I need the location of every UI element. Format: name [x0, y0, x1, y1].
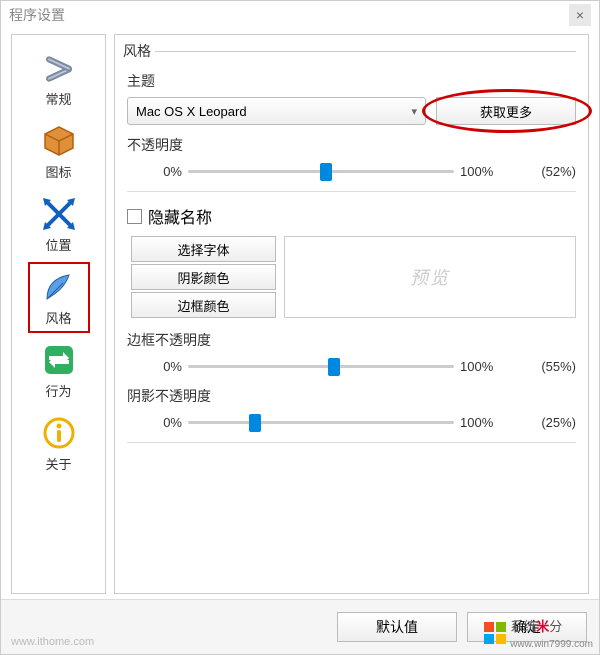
- border-opacity-max-label: 100%: [460, 359, 515, 374]
- titlebar: 程序设置 ×: [1, 1, 599, 29]
- border-opacity-value: (55%): [521, 359, 576, 374]
- hide-name-label: 隐藏名称: [148, 204, 212, 228]
- preview-text: 预览: [410, 264, 450, 290]
- divider: [127, 442, 576, 443]
- choose-font-button[interactable]: 选择字体: [131, 236, 276, 262]
- swap-icon: [40, 341, 78, 379]
- style-group: 风格 主题 Mac OS X Leopard ▾ 获取更多 不透明度: [127, 41, 576, 453]
- opacity-label: 不透明度: [127, 135, 576, 155]
- sidebar-item-behavior[interactable]: 行为: [28, 335, 90, 406]
- sidebar-item-icons[interactable]: 图标: [28, 116, 90, 187]
- opacity-min-label: 0%: [127, 164, 182, 179]
- sidebar-item-label: 风格: [45, 308, 71, 327]
- sidebar-item-general[interactable]: 常规: [28, 43, 90, 114]
- close-button[interactable]: ×: [569, 4, 591, 26]
- border-color-button[interactable]: 边框颜色: [131, 292, 276, 318]
- theme-value: Mac OS X Leopard: [136, 104, 247, 119]
- arrows-cross-icon: [40, 195, 78, 233]
- border-opacity-slider[interactable]: [188, 356, 454, 376]
- shadow-opacity-value: (25%): [521, 415, 576, 430]
- opacity-max-label: 100%: [460, 164, 515, 179]
- hide-name-row: 隐藏名称: [127, 204, 576, 228]
- group-title: 风格: [123, 41, 155, 61]
- content-panel: 风格 主题 Mac OS X Leopard ▾ 获取更多 不透明度: [114, 34, 589, 594]
- sidebar-item-style[interactable]: 风格: [28, 262, 90, 333]
- body-area: 常规 图标 位置 风格: [1, 29, 599, 599]
- border-opacity-slider-row: 0% 100% (55%): [127, 356, 576, 376]
- hide-name-checkbox[interactable]: [127, 209, 142, 224]
- slider-thumb[interactable]: [249, 414, 261, 432]
- sidebar-item-label: 位置: [45, 235, 71, 254]
- shadow-opacity-max-label: 100%: [460, 415, 515, 430]
- settings-window: 程序设置 × 常规 图标 位置: [0, 0, 600, 655]
- ok-button[interactable]: 确定: [467, 612, 587, 642]
- default-button[interactable]: 默认值: [337, 612, 457, 642]
- sidebar-item-position[interactable]: 位置: [28, 189, 90, 260]
- shadow-opacity-slider-row: 0% 100% (25%): [127, 412, 576, 432]
- close-icon: ×: [576, 7, 584, 23]
- font-area: 选择字体 阴影颜色 边框颜色 预览: [127, 236, 576, 318]
- slider-thumb[interactable]: [320, 163, 332, 181]
- get-more-button[interactable]: 获取更多: [436, 97, 576, 125]
- box-icon: [40, 122, 78, 160]
- window-title: 程序设置: [9, 5, 569, 25]
- border-opacity-label: 边框不透明度: [127, 330, 576, 350]
- bottom-bar: 默认值 确定: [1, 599, 599, 654]
- tools-icon: [40, 49, 78, 87]
- info-icon: [40, 414, 78, 452]
- theme-select[interactable]: Mac OS X Leopard ▾: [127, 97, 426, 125]
- slider-thumb[interactable]: [328, 358, 340, 376]
- theme-label: 主题: [127, 71, 576, 91]
- shadow-color-button[interactable]: 阴影颜色: [131, 264, 276, 290]
- sidebar-item-about[interactable]: 关于: [28, 408, 90, 479]
- opacity-slider[interactable]: [188, 161, 454, 181]
- shadow-opacity-slider[interactable]: [188, 412, 454, 432]
- border-opacity-min-label: 0%: [127, 359, 182, 374]
- sidebar-item-label: 关于: [45, 454, 71, 473]
- opacity-slider-row: 0% 100% (52%): [127, 161, 576, 181]
- opacity-value: (52%): [521, 164, 576, 179]
- sidebar-item-label: 常规: [45, 89, 71, 108]
- sidebar-item-label: 行为: [45, 381, 71, 400]
- sidebar: 常规 图标 位置 风格: [11, 34, 106, 594]
- get-more-label: 获取更多: [480, 102, 532, 121]
- shadow-opacity-min-label: 0%: [127, 415, 182, 430]
- divider: [127, 191, 576, 192]
- sidebar-item-label: 图标: [45, 162, 71, 181]
- feather-icon: [40, 268, 78, 306]
- shadow-opacity-label: 阴影不透明度: [127, 386, 576, 406]
- preview-box: 预览: [284, 236, 576, 318]
- chevron-down-icon: ▾: [411, 105, 417, 118]
